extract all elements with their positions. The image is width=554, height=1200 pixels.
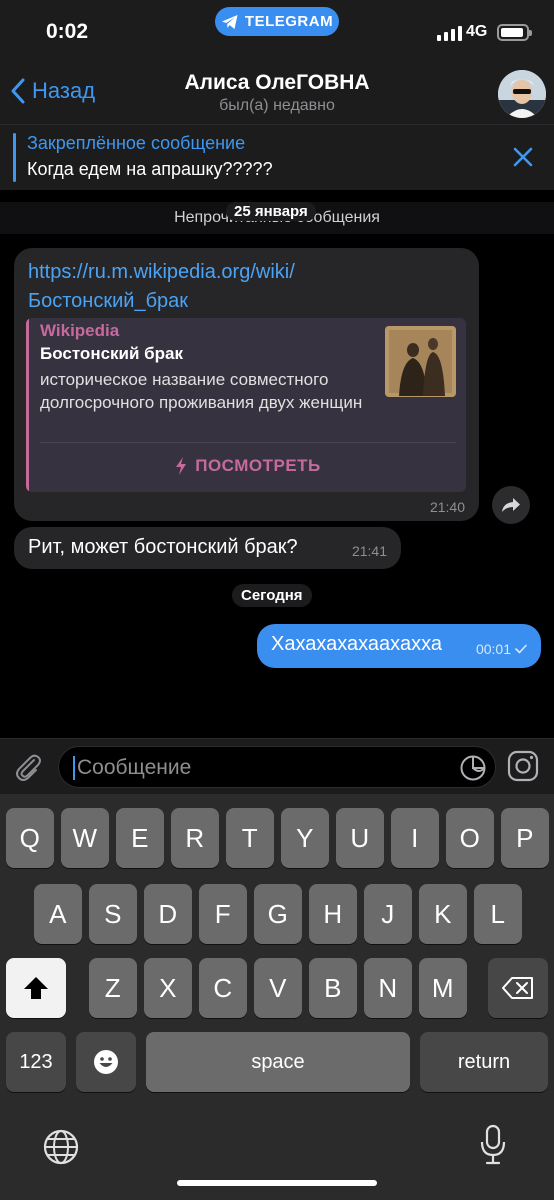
chat-header: Назад Алиса ОлеГОВНА был(а) недавно (0, 62, 554, 124)
camera-icon[interactable] (507, 750, 539, 782)
composer: Сообщение (0, 738, 554, 794)
pinned-title: Закреплённое сообщение (27, 133, 246, 153)
paperclip-icon[interactable] (12, 751, 44, 783)
message-input[interactable]: Сообщение (58, 746, 496, 788)
key-10[interactable]: P (501, 808, 549, 868)
share-arrow-icon (502, 498, 520, 512)
key-4[interactable]: F (199, 884, 247, 944)
emoji-key[interactable] (76, 1032, 136, 1092)
microphone-icon[interactable] (478, 1124, 508, 1166)
message-placeholder: Сообщение (77, 756, 192, 779)
key-8[interactable]: K (419, 884, 467, 944)
message-time: 00:01 (475, 641, 511, 657)
key-8[interactable]: I (391, 808, 439, 868)
signal-icon (437, 26, 462, 41)
close-icon[interactable] (512, 146, 534, 168)
avatar[interactable] (498, 70, 546, 118)
key-7[interactable]: U (336, 808, 384, 868)
key-2[interactable]: W (61, 808, 109, 868)
key-6[interactable]: N (364, 958, 412, 1018)
preview-title: Бостонский брак (40, 344, 184, 363)
key-9[interactable]: L (474, 884, 522, 944)
link-line-1: https://ru.m.wikipedia.org/wiki/ (28, 261, 295, 283)
incoming-link-message[interactable]: https://ru.m.wikipedia.org/wiki/ Бостонс… (14, 248, 479, 521)
key-5[interactable]: T (226, 808, 274, 868)
status-bar: 0:02 TELEGRAM 4G (0, 0, 554, 62)
key-3[interactable]: D (144, 884, 192, 944)
key-5[interactable]: B (309, 958, 357, 1018)
preview-divider (40, 442, 456, 443)
telegram-icon (221, 14, 238, 29)
key-6[interactable]: H (309, 884, 357, 944)
message-text: Хахахахахаахахха (271, 633, 442, 655)
preview-description: историческое название совместного долгос… (40, 370, 363, 412)
message-link[interactable]: https://ru.m.wikipedia.org/wiki/ Бостонс… (28, 258, 295, 316)
telegram-pill-label: TELEGRAM (244, 13, 334, 30)
incoming-text-message[interactable]: Рит, может бостонский брак? 21:41 (14, 527, 401, 569)
pinned-accent-bar (13, 133, 16, 182)
outgoing-text-message[interactable]: Хахахахахаахахха 00:01 (257, 624, 541, 668)
home-indicator (177, 1180, 377, 1186)
emoji-icon (94, 1050, 118, 1074)
key-7[interactable]: M (419, 958, 467, 1018)
message-time: 21:40 (429, 499, 465, 515)
text-caret (73, 756, 75, 780)
key-5[interactable]: G (254, 884, 302, 944)
space-key[interactable]: space (146, 1032, 410, 1092)
share-button[interactable] (492, 486, 530, 524)
check-icon (515, 644, 527, 654)
message-time: 21:41 (351, 543, 387, 559)
key-3[interactable]: C (199, 958, 247, 1018)
key-7[interactable]: J (364, 884, 412, 944)
sticker-icon[interactable] (459, 754, 487, 782)
shift-key[interactable] (6, 958, 66, 1018)
date-chip-today: Сегодня (232, 584, 312, 607)
backspace-icon (502, 977, 533, 999)
globe-icon[interactable] (42, 1128, 80, 1166)
pinned-text: Когда едем на апрашку????? (27, 159, 273, 179)
key-1[interactable]: Z (89, 958, 137, 1018)
numbers-key[interactable]: 123 (6, 1032, 66, 1092)
return-key[interactable]: return (420, 1032, 548, 1092)
preview-view-label: ПОСМОТРЕТЬ (195, 456, 321, 475)
key-3[interactable]: E (116, 808, 164, 868)
shift-icon (24, 977, 48, 999)
message-text: Рит, может бостонский брак? (28, 536, 298, 558)
key-9[interactable]: O (446, 808, 494, 868)
chat-status: был(а) недавно (219, 97, 335, 114)
preview-site: Wikipedia (40, 321, 120, 340)
key-4[interactable]: V (254, 958, 302, 1018)
keyboard: QWERTYUIOP ASDFGHJKL ZXCVBNM 123 space r… (0, 794, 554, 1200)
date-chip: 25 января (226, 202, 316, 221)
chat-title[interactable]: Алиса ОлеГОВНА (0, 71, 554, 95)
pinned-message[interactable]: Закреплённое сообщение Когда едем на апр… (0, 124, 554, 190)
delete-key[interactable] (488, 958, 548, 1018)
key-2[interactable]: X (144, 958, 192, 1018)
battery-icon (497, 24, 532, 41)
status-time: 0:02 (46, 20, 89, 43)
key-2[interactable]: S (89, 884, 137, 944)
network-type: 4G (466, 23, 488, 40)
key-6[interactable]: Y (281, 808, 329, 868)
message-time-status: 00:01 (476, 641, 527, 657)
preview-thumbnail (385, 326, 456, 397)
link-preview[interactable]: Wikipedia Бостонский брак историческое н… (26, 318, 466, 492)
telegram-pill[interactable]: TELEGRAM (215, 7, 339, 36)
message-list[interactable]: Непрочитанные сообщения 25 января https:… (0, 190, 554, 738)
link-line-2: Бостонский_брак (28, 290, 189, 312)
preview-accent-bar (26, 318, 29, 492)
lightning-icon (176, 457, 187, 475)
preview-view-button[interactable]: ПОСМОТРЕТЬ (40, 456, 456, 476)
key-1[interactable]: Q (6, 808, 54, 868)
key-1[interactable]: A (34, 884, 82, 944)
key-4[interactable]: R (171, 808, 219, 868)
